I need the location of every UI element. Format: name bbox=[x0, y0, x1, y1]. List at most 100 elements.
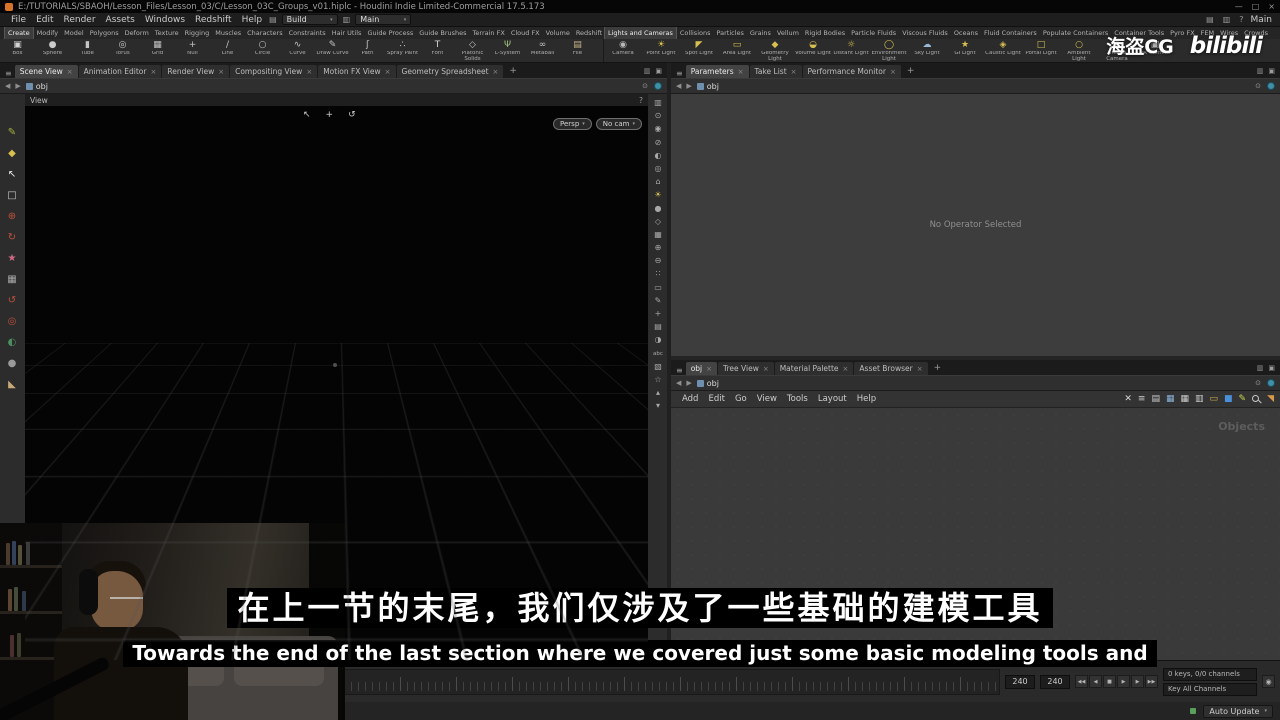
star-icon[interactable]: ☆ bbox=[654, 375, 661, 384]
shelf-tool-tube[interactable]: ▮ Tube bbox=[70, 39, 105, 62]
tab-animation-editor[interactable]: Animation Editor × bbox=[78, 65, 162, 78]
shelfset-select[interactable]: Main ▾ bbox=[355, 14, 412, 25]
shelf-tool-area-light[interactable]: ▭ Area Light bbox=[718, 39, 756, 62]
shelf-tool-geometry-light[interactable]: ◆ Geometry Light bbox=[756, 39, 794, 62]
shelf-tool-caustic-light[interactable]: ◈ Caustic Light bbox=[984, 39, 1022, 62]
shelf-tool-sky-light[interactable]: ☁ Sky Light bbox=[908, 39, 946, 62]
close-icon[interactable]: × bbox=[67, 68, 73, 76]
shelf-tool-font[interactable]: T Font bbox=[420, 39, 455, 62]
shelf-tool-line[interactable]: ∕ Line bbox=[210, 39, 245, 62]
breadcrumb[interactable]: obj bbox=[696, 82, 719, 91]
visibility-icon[interactable]: ◐ bbox=[655, 151, 662, 160]
shelf-tab-create[interactable]: Create bbox=[4, 27, 34, 39]
pane-menu-icon[interactable]: ≡ bbox=[3, 69, 14, 78]
tab-obj[interactable]: obj × bbox=[685, 362, 718, 375]
playbar-options-icon[interactable]: ◉ bbox=[1262, 675, 1275, 688]
network-menu-item[interactable]: Layout bbox=[813, 394, 852, 404]
close-icon[interactable]: × bbox=[706, 365, 712, 373]
tab-parameters[interactable]: Parameters × bbox=[685, 65, 749, 78]
step-forward-button[interactable]: ▶ bbox=[1131, 675, 1144, 688]
close-icon[interactable]: × bbox=[791, 68, 797, 76]
shelf-tab-polygons[interactable]: Polygons bbox=[87, 27, 122, 39]
handle-mode-icon[interactable]: + bbox=[326, 110, 334, 120]
minimize-button[interactable]: — bbox=[1235, 2, 1243, 11]
help-icon[interactable]: ? bbox=[1237, 15, 1245, 24]
shelf-tool-circle[interactable]: ○ Circle bbox=[245, 39, 280, 62]
text-overlay-icon[interactable]: abc bbox=[653, 350, 663, 358]
help-icon[interactable]: ? bbox=[639, 96, 643, 105]
stack-view-icon[interactable]: ▤ bbox=[1151, 394, 1160, 404]
close-icon[interactable]: × bbox=[385, 68, 391, 76]
tab-tree-view[interactable]: Tree View × bbox=[718, 362, 774, 375]
shelf-tab-redshift[interactable]: Redshift bbox=[573, 27, 604, 39]
close-icon[interactable]: × bbox=[917, 365, 923, 373]
camera-select-button[interactable]: No cam ▾ bbox=[595, 118, 642, 130]
add-tab-icon[interactable]: + bbox=[929, 363, 947, 373]
shelf-tool-spray-paint[interactable]: ∴ Spray Paint bbox=[385, 39, 420, 62]
stop-button[interactable]: ■ bbox=[1103, 675, 1116, 688]
tab-render-view[interactable]: Render View × bbox=[162, 65, 230, 78]
shelf-tool-torus[interactable]: ◎ Torus bbox=[105, 39, 140, 62]
home-view-icon[interactable]: ⌂ bbox=[655, 178, 660, 186]
pin-view-icon[interactable]: ⊙ bbox=[655, 112, 662, 120]
light-icon[interactable]: ☀ bbox=[654, 191, 661, 199]
shelf-tool-portal-light[interactable]: □ Portal Light bbox=[1022, 39, 1060, 62]
snapshot-icon[interactable]: ◎ bbox=[655, 164, 662, 173]
shelf-tool-draw-curve[interactable]: ✎ Draw Curve bbox=[315, 39, 350, 62]
grid-view-blue-icon[interactable]: ▦ bbox=[1166, 394, 1175, 404]
menu-item[interactable]: Assets bbox=[101, 15, 140, 25]
mask-icon[interactable]: ◑ bbox=[655, 336, 662, 344]
pane-max-icon[interactable]: ▣ bbox=[655, 67, 662, 75]
pin-icon[interactable]: ⊙ bbox=[1255, 379, 1261, 387]
network-menu-item[interactable]: Add bbox=[677, 394, 703, 404]
network-menu-item[interactable]: Help bbox=[852, 394, 881, 404]
shelf-tool-null[interactable]: + Null bbox=[175, 39, 210, 62]
jump-start-button[interactable]: ◀◀ bbox=[1075, 675, 1088, 688]
tab-material-palette[interactable]: Material Palette × bbox=[774, 362, 854, 375]
breadcrumb[interactable]: obj bbox=[696, 379, 719, 388]
close-icon[interactable]: × bbox=[493, 68, 499, 76]
tab-performance-monitor[interactable]: Performance Monitor × bbox=[802, 65, 901, 78]
shelf-tab-particles[interactable]: Particles bbox=[713, 27, 746, 39]
shelf-tab-terrain-fx[interactable]: Terrain FX bbox=[470, 27, 508, 39]
pane-split-icon[interactable]: ▥ bbox=[1257, 364, 1264, 372]
shelf-tool-platonic-solids[interactable]: ◇ Platonic Solids bbox=[455, 39, 490, 62]
tab-geometry-spreadsheet[interactable]: Geometry Spreadsheet × bbox=[396, 65, 504, 78]
scroll-up-icon[interactable]: ▴ bbox=[656, 389, 660, 397]
menu-item[interactable]: Windows bbox=[140, 15, 190, 25]
tree-list-icon[interactable]: ≡ bbox=[1138, 394, 1146, 404]
tab-compositing-view[interactable]: Compositing View × bbox=[230, 65, 318, 78]
loop-tool-icon[interactable]: ↺ bbox=[8, 296, 16, 306]
move-tool-icon[interactable]: ⊕ bbox=[8, 212, 16, 222]
close-icon[interactable]: × bbox=[890, 68, 896, 76]
fill-tool-icon[interactable]: ◆ bbox=[8, 149, 16, 159]
shelf-tab-volume[interactable]: Volume bbox=[543, 27, 573, 39]
shading-mode-icon[interactable]: ● bbox=[655, 204, 662, 213]
network-box-icon[interactable]: ◥ bbox=[1267, 394, 1274, 404]
shelf-tab-guide-process[interactable]: Guide Process bbox=[364, 27, 416, 39]
shelf-tool-metaball[interactable]: ∞ Metaball bbox=[525, 39, 560, 62]
close-icon[interactable]: × bbox=[306, 68, 312, 76]
nav-back-icon[interactable]: ◀ bbox=[676, 82, 681, 90]
link-indicator-icon[interactable] bbox=[1267, 379, 1275, 387]
select-box-icon[interactable]: □ bbox=[7, 191, 16, 201]
select-arrow-icon[interactable]: ↖ bbox=[8, 170, 16, 180]
tab-motion-fx-view[interactable]: Motion FX View × bbox=[318, 65, 396, 78]
persp-view-button[interactable]: Persp ▾ bbox=[553, 118, 592, 130]
shelf-tab-fluid-containers[interactable]: Fluid Containers bbox=[981, 27, 1040, 39]
scroll-down-icon[interactable]: ▾ bbox=[656, 402, 660, 410]
maximize-button[interactable]: □ bbox=[1252, 2, 1260, 11]
shelf-tool-curve[interactable]: ∿ Curve bbox=[280, 39, 315, 62]
pencil-icon[interactable]: ✎ bbox=[1239, 394, 1247, 404]
select-mode-icon[interactable]: ↖ bbox=[303, 110, 311, 120]
pane-menu-icon[interactable]: ≡ bbox=[674, 69, 685, 78]
camera-icon[interactable]: ◉ bbox=[655, 125, 662, 133]
nav-back-icon[interactable]: ◀ bbox=[5, 82, 10, 90]
globe-tool-icon[interactable]: ◐ bbox=[8, 338, 17, 348]
shelf-tab-muscles[interactable]: Muscles bbox=[212, 27, 244, 39]
tab-scene-view[interactable]: Scene View × bbox=[14, 65, 78, 78]
menu-item[interactable]: File bbox=[6, 15, 31, 25]
close-button[interactable]: × bbox=[1268, 2, 1275, 11]
nav-forward-icon[interactable]: ▶ bbox=[686, 379, 691, 387]
menu-item[interactable]: Render bbox=[59, 15, 101, 25]
